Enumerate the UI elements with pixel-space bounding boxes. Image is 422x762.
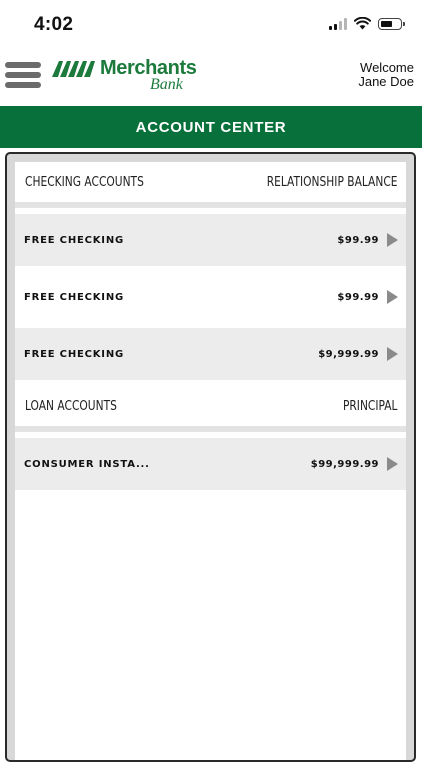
account-name: FREE CHECKING <box>24 234 124 246</box>
page-title-bar: ACCOUNT CENTER <box>0 106 422 148</box>
account-row-checking-1[interactable]: FREE CHECKING $99.99 <box>15 214 406 266</box>
account-row-checking-3[interactable]: FREE CHECKING $9,999.99 <box>15 328 406 380</box>
account-principal: $99,999.99 <box>310 458 379 470</box>
account-balance: $99.99 <box>337 234 379 246</box>
account-name: FREE CHECKING <box>24 291 124 303</box>
accounts-panel: CHECKING ACCOUNTS RELATIONSHIP BALANCE F… <box>5 152 416 762</box>
welcome-label: Welcome <box>360 60 414 75</box>
welcome-message: Welcome Jane Doe <box>358 61 414 89</box>
chevron-right-icon <box>387 233 398 247</box>
logo-mark-icon <box>52 61 95 77</box>
account-row-loan-1[interactable]: CONSUMER INSTA... $99,999.99 <box>15 438 406 490</box>
page-title: ACCOUNT CENTER <box>135 118 287 136</box>
account-row-checking-2[interactable]: FREE CHECKING $99.99 <box>15 271 406 323</box>
merchants-bank-logo: Merchants Bank <box>52 56 197 96</box>
account-name: FREE CHECKING <box>24 348 124 360</box>
status-time: 4:02 <box>34 14 74 35</box>
cellular-signal-icon <box>329 17 347 30</box>
accounts-list: CHECKING ACCOUNTS RELATIONSHIP BALANCE F… <box>15 162 406 760</box>
loan-header-label: LOAN ACCOUNTS <box>25 398 117 414</box>
chevron-right-icon <box>387 457 398 471</box>
chevron-right-icon <box>387 347 398 361</box>
account-balance: $99.99 <box>337 291 379 303</box>
loan-section-header: LOAN ACCOUNTS PRINCIPAL <box>15 386 406 432</box>
status-bar: 4:02 <box>0 0 422 50</box>
checking-header-label: CHECKING ACCOUNTS <box>25 174 144 190</box>
checking-balance-label: RELATIONSHIP BALANCE <box>266 174 397 190</box>
hamburger-menu-icon[interactable] <box>5 62 41 88</box>
status-icons <box>329 17 405 30</box>
logo-sub: Bank <box>150 76 183 93</box>
checking-section-header: CHECKING ACCOUNTS RELATIONSHIP BALANCE <box>15 162 406 208</box>
loan-principal-label: PRINCIPAL <box>342 398 397 414</box>
chevron-right-icon <box>387 290 398 304</box>
user-name: Jane Doe <box>358 74 414 89</box>
wifi-icon <box>354 17 371 30</box>
account-balance: $9,999.99 <box>318 348 379 360</box>
account-name: CONSUMER INSTA... <box>24 458 150 470</box>
battery-icon <box>378 17 405 30</box>
app-header: Merchants Bank Welcome Jane Doe <box>0 50 422 106</box>
